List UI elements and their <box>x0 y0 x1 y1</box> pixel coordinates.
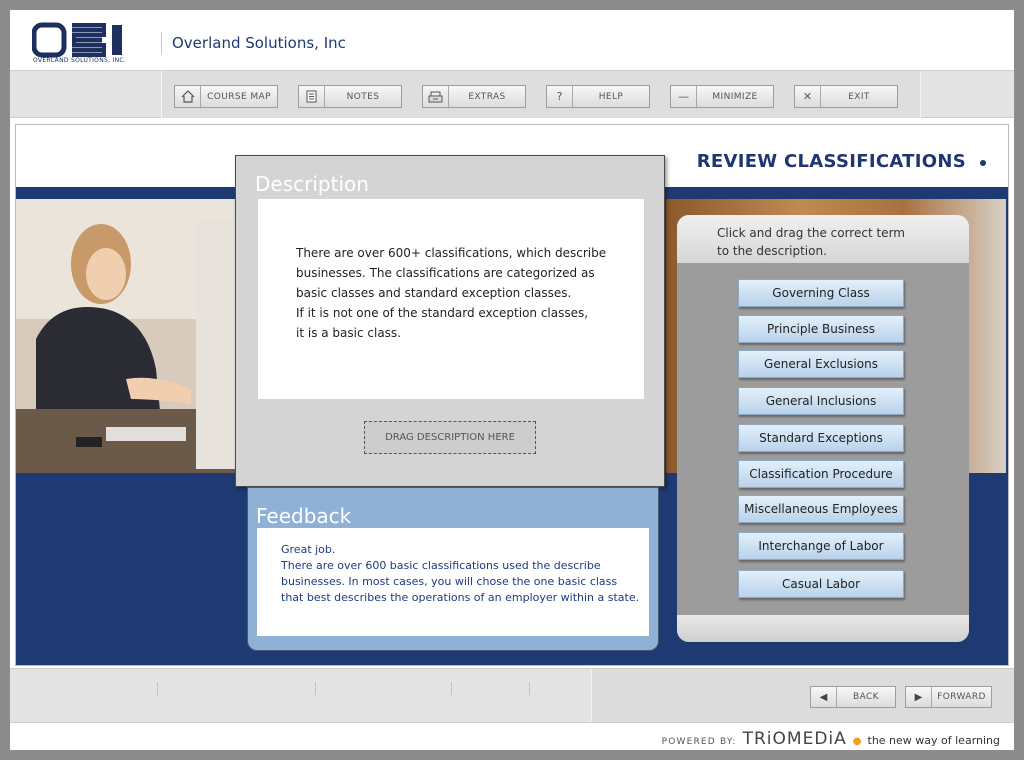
company-name: Overland Solutions, Inc <box>172 34 346 52</box>
exit-label: EXIT <box>848 91 870 102</box>
tagline: the new way of learning <box>867 734 1001 747</box>
extras-button[interactable]: EXTRAS <box>422 85 526 108</box>
progress-tick <box>315 683 316 695</box>
term-panel: Click and drag the correct term to the d… <box>677 215 969 642</box>
logo-subtitle: OVERLAND SOLUTIONS, INC. <box>33 57 127 64</box>
notes-icon <box>299 86 325 107</box>
minimize-button[interactable]: — MINIMIZE <box>670 85 774 108</box>
app-frame: OVERLAND SOLUTIONS, INC. Overland Soluti… <box>10 10 1014 750</box>
description-text: There are over 600+ classifications, whi… <box>296 246 607 340</box>
powered-by-bar: POWERED BY: TRiOMEDiA ● the new way of l… <box>10 722 1014 750</box>
term-classification-procedure[interactable]: Classification Procedure <box>738 460 904 488</box>
help-button[interactable]: ? HELP <box>546 85 650 108</box>
brand-dot-icon: ● <box>852 736 862 747</box>
back-button[interactable]: ◀ BACK <box>810 686 896 708</box>
powered-by-label: POWERED BY: <box>661 737 737 747</box>
forward-label: FORWARD <box>937 692 986 702</box>
feedback-text: Great job. There are over 600 basic clas… <box>281 543 640 604</box>
term-casual-labor[interactable]: Casual Labor <box>738 570 904 598</box>
header-divider <box>161 32 162 54</box>
progress-tick <box>451 683 452 695</box>
drag-drop-target[interactable]: DRAG DESCRIPTION HERE <box>364 421 536 454</box>
footer-nav: ◀ BACK ▶ FORWARD <box>10 668 1014 723</box>
term-principle-business[interactable]: Principle Business <box>738 315 904 343</box>
instructions: Click and drag the correct term to the d… <box>717 226 905 258</box>
term-governing-class[interactable]: Governing Class <box>738 279 904 307</box>
help-icon: ? <box>547 86 573 107</box>
description-title: Description <box>255 172 369 196</box>
extras-label: EXTRAS <box>468 91 506 102</box>
term-standard-exceptions[interactable]: Standard Exceptions <box>738 424 904 452</box>
page-title: REVIEW CLASSIFICATIONS <box>696 151 966 172</box>
back-label: BACK <box>853 692 879 702</box>
toolbar: COURSE MAP NOTES EXTRAS ? HELP — MINIMIZ… <box>10 71 1014 118</box>
minimize-label: MINIMIZE <box>712 91 758 102</box>
term-general-inclusions[interactable]: General Inclusions <box>738 387 904 415</box>
title-bullet <box>980 160 986 166</box>
triomedia-logo: TRiOMEDiA <box>742 729 847 749</box>
exit-button[interactable]: ✕ EXIT <box>794 85 898 108</box>
course-map-button[interactable]: COURSE MAP <box>174 85 278 108</box>
feedback-title: Feedback <box>256 504 352 528</box>
progress-tick <box>529 683 530 695</box>
description-box: There are over 600+ classifications, whi… <box>258 199 644 399</box>
powered-by: POWERED BY: TRiOMEDiA ● the new way of l… <box>662 729 1000 749</box>
term-panel-header: Click and drag the correct term to the d… <box>677 215 969 263</box>
header: OVERLAND SOLUTIONS, INC. Overland Soluti… <box>10 10 1014 71</box>
notes-label: NOTES <box>346 91 380 102</box>
term-panel-footer <box>677 615 969 642</box>
term-interchange-of-labor[interactable]: Interchange of Labor <box>738 532 904 560</box>
feedback-panel: Feedback Great job. There are over 600 b… <box>247 487 659 651</box>
progress-tick <box>157 683 158 695</box>
forward-button[interactable]: ▶ FORWARD <box>905 686 992 708</box>
toolbar-inner: COURSE MAP NOTES EXTRAS ? HELP — MINIMIZ… <box>161 71 921 118</box>
chevron-right-icon: ▶ <box>906 687 932 707</box>
notes-button[interactable]: NOTES <box>298 85 402 108</box>
description-panel: Description There are over 600+ classifi… <box>235 155 665 487</box>
footer-nav-buttons: ◀ BACK ▶ FORWARD <box>591 669 1014 723</box>
chevron-left-icon: ◀ <box>811 687 837 707</box>
term-miscellaneous-employees[interactable]: Miscellaneous Employees <box>738 495 904 523</box>
extras-icon <box>423 86 449 107</box>
term-general-exclusions[interactable]: General Exclusions <box>738 350 904 378</box>
term-list: Governing Class Principle Business Gener… <box>677 263 969 615</box>
business-photo <box>16 199 236 473</box>
course-map-label: COURSE MAP <box>207 91 271 102</box>
minimize-icon: — <box>671 86 697 107</box>
close-icon: ✕ <box>795 86 821 107</box>
help-label: HELP <box>598 91 624 102</box>
feedback-box: Great job. There are over 600 basic clas… <box>257 528 649 636</box>
home-icon <box>175 86 201 107</box>
